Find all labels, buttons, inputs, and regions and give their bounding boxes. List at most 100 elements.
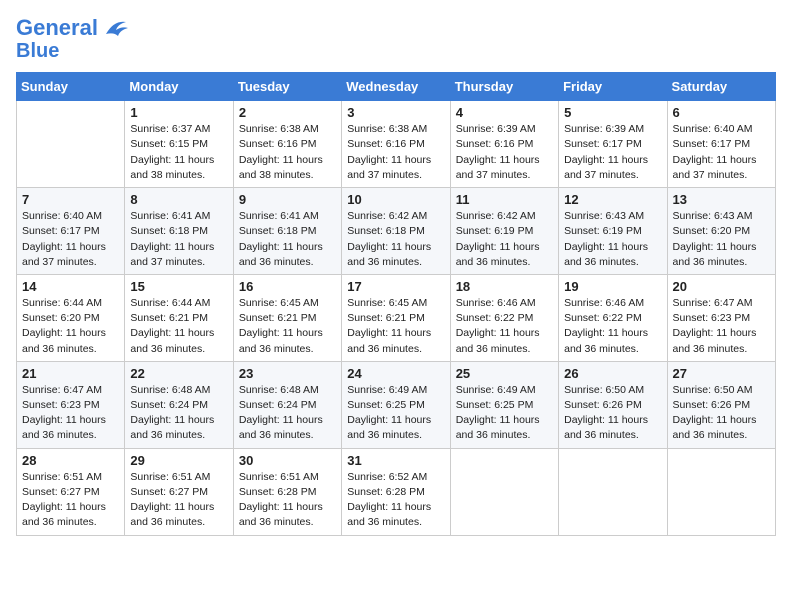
calendar-table: SundayMondayTuesdayWednesdayThursdayFrid… (16, 72, 776, 535)
calendar-cell: 25 Sunrise: 6:49 AMSunset: 6:25 PMDayligh… (450, 361, 558, 448)
day-number: 11 (456, 192, 553, 207)
day-number: 26 (564, 366, 661, 381)
day-info: Sunrise: 6:38 AMSunset: 6:16 PMDaylight:… (239, 122, 336, 183)
header-wednesday: Wednesday (342, 73, 450, 101)
day-number: 2 (239, 105, 336, 120)
day-info: Sunrise: 6:38 AMSunset: 6:16 PMDaylight:… (347, 122, 444, 183)
calendar-cell: 19 Sunrise: 6:46 AMSunset: 6:22 PMDayligh… (559, 274, 667, 361)
calendar-cell: 29Sunrise: 6:51 AMSunset: 6:27 PMDayligh… (125, 448, 233, 535)
day-info: Sunrise: 6:40 AMSunset: 6:17 PMDaylight:… (22, 209, 119, 270)
day-info: Sunrise: 6:42 AMSunset: 6:18 PMDaylight:… (347, 209, 444, 270)
day-info: Sunrise: 6:37 AMSunset: 6:15 PMDaylight:… (130, 122, 227, 183)
day-info: Sunrise: 6:51 AMSunset: 6:28 PMDaylight:… (239, 470, 336, 531)
day-number: 14 (22, 279, 119, 294)
day-info: Sunrise: 6:46 AMSunset: 6:22 PMDaylight:… (564, 296, 661, 357)
day-info: Sunrise: 6:48 AMSunset: 6:24 PMDaylight:… (239, 383, 336, 444)
day-info: Sunrise: 6:48 AMSunset: 6:24 PMDaylight:… (130, 383, 227, 444)
day-number: 29 (130, 453, 227, 468)
calendar-cell: 28 Sunrise: 6:51 AMSunset: 6:27 PMDayligh… (17, 448, 125, 535)
day-info: Sunrise: 6:43 AMSunset: 6:19 PMDaylight:… (564, 209, 661, 270)
day-info: Sunrise: 6:52 AMSunset: 6:28 PMDaylight:… (347, 470, 444, 531)
day-number: 27 (673, 366, 770, 381)
calendar-cell: 24 Sunrise: 6:49 AMSunset: 6:25 PMDayligh… (342, 361, 450, 448)
logo-blue: Blue (16, 40, 128, 62)
day-number: 10 (347, 192, 444, 207)
day-info: Sunrise: 6:39 AMSunset: 6:17 PMDaylight:… (564, 122, 661, 183)
day-number: 25 (456, 366, 553, 381)
day-number: 13 (673, 192, 770, 207)
calendar-cell: 15 Sunrise: 6:44 AMSunset: 6:21 PMDayligh… (125, 274, 233, 361)
header-thursday: Thursday (450, 73, 558, 101)
calendar-week-row: 1Sunrise: 6:37 AMSunset: 6:15 PMDaylight… (17, 101, 776, 188)
day-number: 21 (22, 366, 119, 381)
day-info: Sunrise: 6:39 AMSunset: 6:16 PMDaylight:… (456, 122, 553, 183)
calendar-cell: 21 Sunrise: 6:47 AMSunset: 6:23 PMDayligh… (17, 361, 125, 448)
calendar-cell: 26 Sunrise: 6:50 AMSunset: 6:26 PMDayligh… (559, 361, 667, 448)
calendar-cell: 20 Sunrise: 6:47 AMSunset: 6:23 PMDayligh… (667, 274, 775, 361)
day-number: 3 (347, 105, 444, 120)
calendar-cell: 10 Sunrise: 6:42 AMSunset: 6:18 PMDayligh… (342, 188, 450, 275)
calendar-cell: 27 Sunrise: 6:50 AMSunset: 6:26 PMDayligh… (667, 361, 775, 448)
day-info: Sunrise: 6:49 AMSunset: 6:25 PMDaylight:… (347, 383, 444, 444)
day-info: Sunrise: 6:45 AMSunset: 6:21 PMDaylight:… (239, 296, 336, 357)
day-number: 23 (239, 366, 336, 381)
calendar-cell: 6 Sunrise: 6:40 AMSunset: 6:17 PMDaylight… (667, 101, 775, 188)
logo-text: General (16, 16, 98, 40)
day-info: Sunrise: 6:42 AMSunset: 6:19 PMDaylight:… (456, 209, 553, 270)
calendar-cell (17, 101, 125, 188)
day-info: Sunrise: 6:40 AMSunset: 6:17 PMDaylight:… (673, 122, 770, 183)
calendar-cell: 16 Sunrise: 6:45 AMSunset: 6:21 PMDayligh… (233, 274, 341, 361)
day-number: 20 (673, 279, 770, 294)
calendar-cell: 11 Sunrise: 6:42 AMSunset: 6:19 PMDayligh… (450, 188, 558, 275)
calendar-cell: 30 Sunrise: 6:51 AMSunset: 6:28 PMDayligh… (233, 448, 341, 535)
day-number: 4 (456, 105, 553, 120)
page-header: General Blue (16, 16, 776, 62)
day-info: Sunrise: 6:43 AMSunset: 6:20 PMDaylight:… (673, 209, 770, 270)
day-number: 18 (456, 279, 553, 294)
day-info: Sunrise: 6:41 AMSunset: 6:18 PMDaylight:… (239, 209, 336, 270)
day-number: 22 (130, 366, 227, 381)
calendar-cell: 14Sunrise: 6:44 AMSunset: 6:20 PMDayligh… (17, 274, 125, 361)
calendar-cell: 12Sunrise: 6:43 AMSunset: 6:19 PMDayligh… (559, 188, 667, 275)
calendar-cell (559, 448, 667, 535)
day-number: 30 (239, 453, 336, 468)
day-info: Sunrise: 6:50 AMSunset: 6:26 PMDaylight:… (673, 383, 770, 444)
header-tuesday: Tuesday (233, 73, 341, 101)
day-info: Sunrise: 6:45 AMSunset: 6:21 PMDaylight:… (347, 296, 444, 357)
calendar-cell (667, 448, 775, 535)
calendar-cell: 4 Sunrise: 6:39 AMSunset: 6:16 PMDaylight… (450, 101, 558, 188)
day-info: Sunrise: 6:50 AMSunset: 6:26 PMDaylight:… (564, 383, 661, 444)
calendar-week-row: 14Sunrise: 6:44 AMSunset: 6:20 PMDayligh… (17, 274, 776, 361)
day-number: 7 (22, 192, 119, 207)
day-info: Sunrise: 6:47 AMSunset: 6:23 PMDaylight:… (673, 296, 770, 357)
calendar-cell: 23 Sunrise: 6:48 AMSunset: 6:24 PMDayligh… (233, 361, 341, 448)
day-number: 16 (239, 279, 336, 294)
day-number: 31 (347, 453, 444, 468)
day-info: Sunrise: 6:44 AMSunset: 6:21 PMDaylight:… (130, 296, 227, 357)
day-info: Sunrise: 6:51 AMSunset: 6:27 PMDaylight:… (22, 470, 119, 531)
calendar-cell: 13 Sunrise: 6:43 AMSunset: 6:20 PMDayligh… (667, 188, 775, 275)
header-friday: Friday (559, 73, 667, 101)
day-number: 19 (564, 279, 661, 294)
calendar-cell: 3 Sunrise: 6:38 AMSunset: 6:16 PMDaylight… (342, 101, 450, 188)
day-info: Sunrise: 6:49 AMSunset: 6:25 PMDaylight:… (456, 383, 553, 444)
day-number: 28 (22, 453, 119, 468)
calendar-cell: 22 Sunrise: 6:48 AMSunset: 6:24 PMDayligh… (125, 361, 233, 448)
header-saturday: Saturday (667, 73, 775, 101)
day-number: 15 (130, 279, 227, 294)
calendar-week-row: 7 Sunrise: 6:40 AMSunset: 6:17 PMDaylight… (17, 188, 776, 275)
calendar-header-row: SundayMondayTuesdayWednesdayThursdayFrid… (17, 73, 776, 101)
header-monday: Monday (125, 73, 233, 101)
calendar-cell: 7 Sunrise: 6:40 AMSunset: 6:17 PMDaylight… (17, 188, 125, 275)
day-info: Sunrise: 6:46 AMSunset: 6:22 PMDaylight:… (456, 296, 553, 357)
header-sunday: Sunday (17, 73, 125, 101)
logo-bird-icon (100, 16, 128, 40)
calendar-week-row: 28 Sunrise: 6:51 AMSunset: 6:27 PMDayligh… (17, 448, 776, 535)
calendar-cell: 2 Sunrise: 6:38 AMSunset: 6:16 PMDaylight… (233, 101, 341, 188)
day-info: Sunrise: 6:41 AMSunset: 6:18 PMDaylight:… (130, 209, 227, 270)
day-number: 6 (673, 105, 770, 120)
calendar-cell: 8 Sunrise: 6:41 AMSunset: 6:18 PMDaylight… (125, 188, 233, 275)
day-info: Sunrise: 6:47 AMSunset: 6:23 PMDaylight:… (22, 383, 119, 444)
day-number: 8 (130, 192, 227, 207)
day-number: 24 (347, 366, 444, 381)
